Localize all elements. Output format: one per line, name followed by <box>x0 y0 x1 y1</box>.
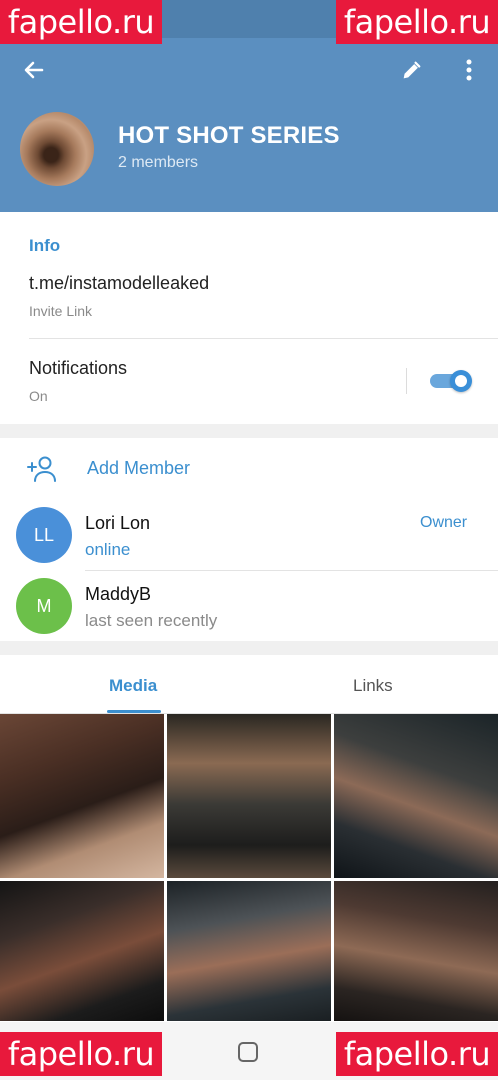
media-thumbnail[interactable] <box>167 881 331 1021</box>
back-arrow-icon <box>24 61 44 79</box>
group-title: HOT SHOT SERIES <box>118 122 340 149</box>
media-thumbnail[interactable] <box>167 714 331 878</box>
add-member-label: Add Member <box>87 458 191 478</box>
pencil-icon <box>403 61 421 79</box>
more-vert-icon <box>466 59 472 81</box>
notifications-toggle[interactable] <box>430 370 472 392</box>
group-avatar[interactable] <box>20 112 94 186</box>
member-status: last seen recently <box>85 611 218 630</box>
divider <box>29 338 498 339</box>
add-person-icon <box>27 456 56 482</box>
avatar[interactable]: LL <box>16 507 72 563</box>
media-thumbnail[interactable] <box>334 714 498 878</box>
tab-links[interactable]: Links <box>353 676 393 696</box>
toggle-knob <box>450 370 472 392</box>
edit-button[interactable] <box>398 58 424 84</box>
home-icon[interactable] <box>238 1042 258 1062</box>
invite-link-label: Invite Link <box>29 303 93 319</box>
member-count: 2 members <box>118 154 199 171</box>
invite-link[interactable]: t.me/instamodelleaked <box>29 273 209 294</box>
media-thumbnail[interactable] <box>0 881 164 1021</box>
divider <box>85 570 498 571</box>
media-thumbnail[interactable] <box>0 714 164 878</box>
info-section-title: Info <box>29 236 61 255</box>
watermark: fapello.ru <box>336 1032 498 1076</box>
media-thumbnail[interactable] <box>334 881 498 1021</box>
back-button[interactable] <box>20 56 48 84</box>
member-name[interactable]: MaddyB <box>85 584 151 605</box>
tab-media[interactable]: Media <box>109 676 157 696</box>
owner-badge: Owner <box>420 514 468 531</box>
watermark: fapello.ru <box>0 0 162 44</box>
section-separator <box>0 641 498 655</box>
add-member-button[interactable] <box>0 440 498 498</box>
watermark: fapello.ru <box>0 1032 162 1076</box>
notifications-label[interactable]: Notifications <box>29 358 127 379</box>
avatar[interactable]: M <box>16 578 72 634</box>
divider <box>406 368 407 394</box>
notifications-status: On <box>29 388 48 404</box>
section-separator <box>0 424 498 438</box>
member-name[interactable]: Lori Lon <box>85 513 150 534</box>
watermark: fapello.ru <box>336 0 498 44</box>
more-options-button[interactable] <box>456 56 482 84</box>
member-status: online <box>85 540 131 559</box>
